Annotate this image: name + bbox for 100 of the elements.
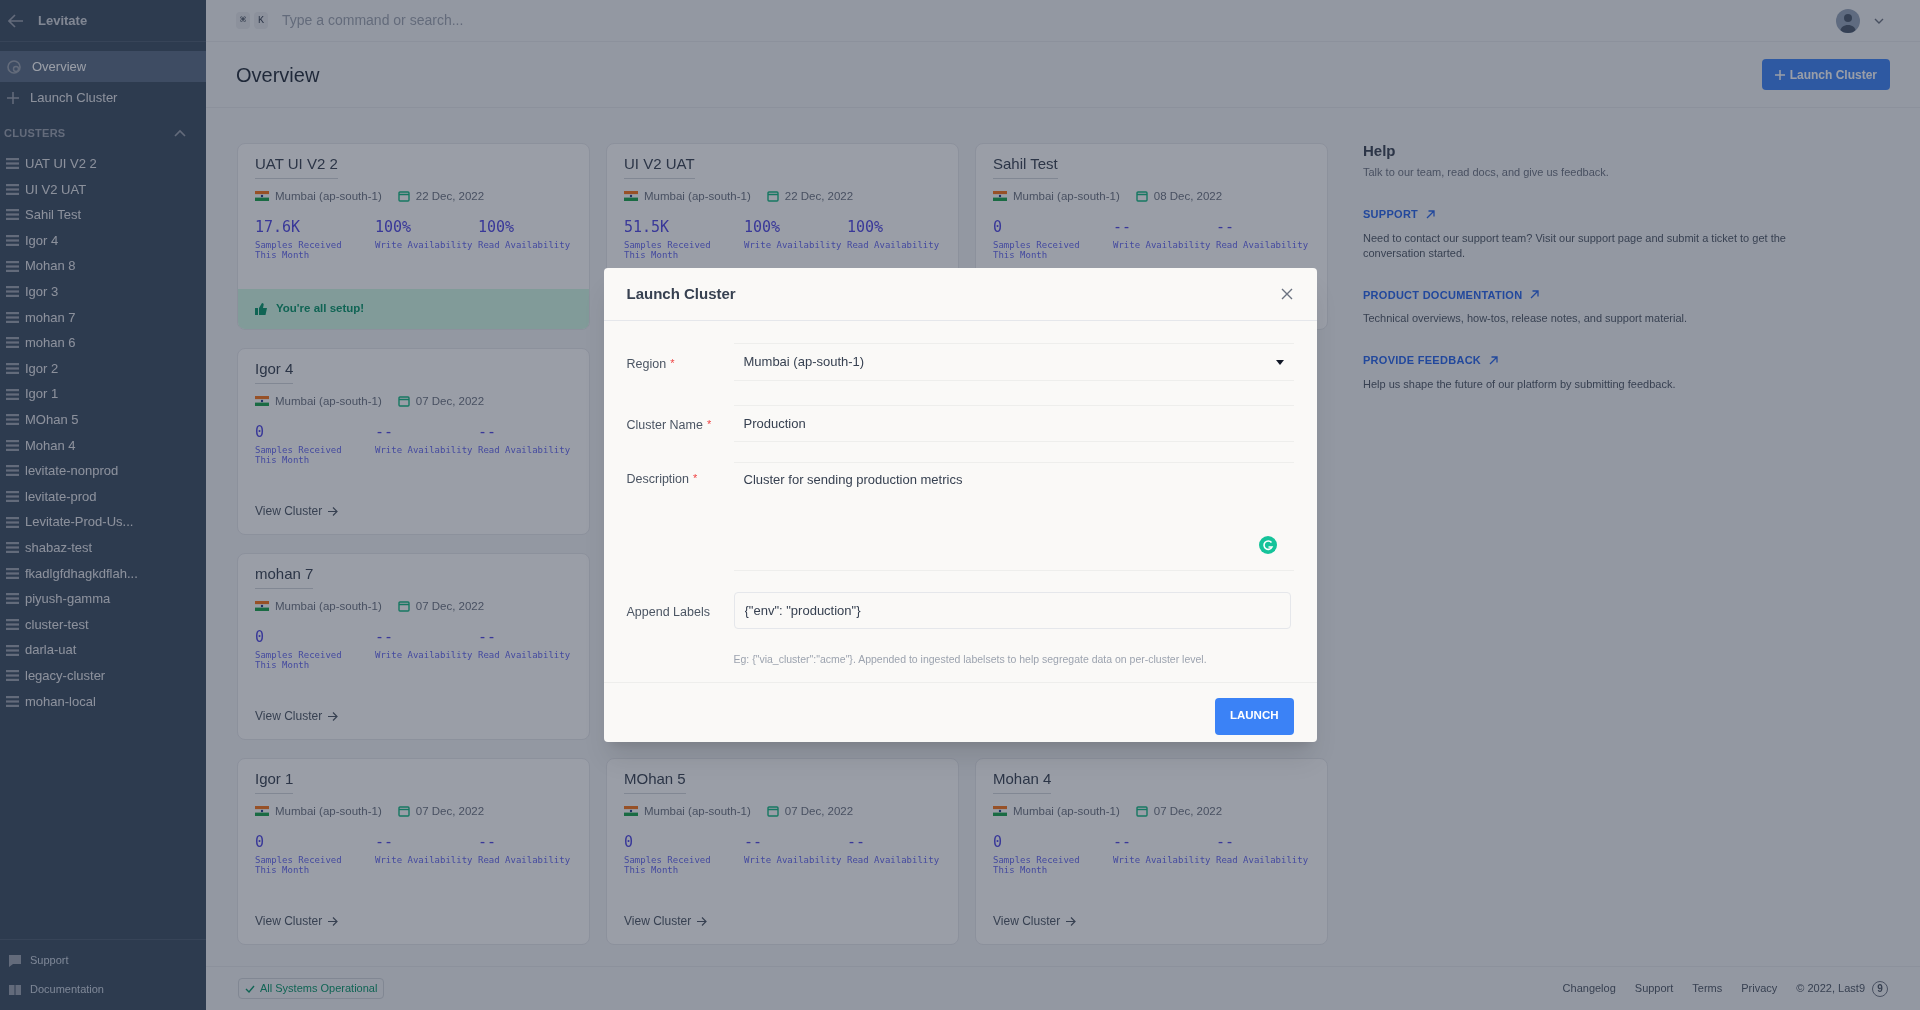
launch-button[interactable]: LAUNCH — [1214, 697, 1294, 735]
cluster-name[interactable]: Mohan 4 — [993, 768, 1052, 794]
gauge-icon — [6, 58, 22, 75]
stat-value: -- — [1113, 831, 1133, 853]
plus-icon — [6, 90, 20, 105]
cluster-item[interactable]: Mohan 8 — [0, 253, 206, 279]
flag-icon — [255, 396, 269, 407]
cluster-item[interactable]: shabaz-test — [0, 534, 206, 561]
flag-icon — [255, 806, 269, 817]
view-cluster-link[interactable]: View Cluster — [255, 912, 339, 930]
calendar-icon — [397, 395, 410, 408]
view-cluster-link[interactable]: View Cluster — [255, 707, 339, 725]
avatar[interactable] — [1836, 8, 1860, 33]
stat-label: Write Availability — [375, 855, 474, 866]
server-icon — [6, 567, 19, 579]
cluster-item[interactable]: levitate-prod — [0, 483, 206, 510]
description-field[interactable]: Cluster for sending production metrics — [733, 462, 1294, 571]
page-title: Overview — [236, 62, 320, 88]
region-select[interactable]: Mumbai (ap-south-1) — [733, 343, 1294, 381]
help-text: Help us shape the future of our platform by submitting feedback. — [1363, 376, 1677, 392]
field-label: Cluster Name * — [626, 415, 713, 435]
server-icon — [6, 183, 19, 195]
cluster-name[interactable]: Sahil Test — [993, 153, 1058, 179]
view-cluster-link[interactable]: View Cluster — [993, 912, 1077, 930]
cluster-name[interactable]: mohan 7 — [255, 563, 314, 589]
cluster-name-field[interactable]: Production — [733, 405, 1294, 442]
calendar-icon — [766, 805, 779, 818]
help-link[interactable]: PRODUCT DOCUMENTATION — [1363, 286, 1540, 303]
view-cluster-link[interactable]: View Cluster — [255, 502, 339, 520]
region-text: Mumbai (ap-south-1) — [275, 393, 382, 409]
nav-item[interactable]: Overview — [0, 51, 206, 82]
region-text: Mumbai (ap-south-1) — [1013, 803, 1120, 819]
cluster-item[interactable]: UI V2 UAT — [0, 176, 206, 203]
cluster-item[interactable]: Mohan 4 — [0, 432, 206, 459]
date-text: 22 Dec, 2022 — [415, 188, 485, 204]
date-text: 22 Dec, 2022 — [784, 188, 854, 204]
calendar-icon — [1135, 190, 1148, 203]
region-text: Mumbai (ap-south-1) — [644, 188, 751, 204]
view-cluster-link[interactable]: View Cluster — [624, 912, 708, 930]
flag-icon — [624, 191, 638, 202]
server-icon — [6, 388, 19, 400]
cluster-item[interactable]: Igor 4 — [0, 227, 206, 254]
chevron-up-icon[interactable] — [174, 129, 186, 137]
footer-link[interactable]: Terms — [1692, 980, 1723, 997]
caret-icon — [1275, 359, 1284, 365]
thumbs-up-icon — [255, 303, 268, 315]
cluster-item[interactable]: darla-uat — [0, 637, 206, 663]
help-link[interactable]: PROVIDE FEEDBACK — [1363, 352, 1499, 369]
labels-field[interactable]: {"env": "production"} — [733, 592, 1291, 629]
cluster-item[interactable]: legacy-cluster — [0, 662, 206, 689]
help-link[interactable]: SUPPORT — [1363, 206, 1436, 223]
footer-link[interactable]: Changelog — [1562, 980, 1616, 997]
flag-icon — [255, 191, 269, 202]
required-mark: * — [706, 417, 712, 432]
server-icon — [6, 491, 19, 502]
footer-link[interactable]: Privacy — [1741, 980, 1778, 997]
cluster-item[interactable]: mohan-local — [0, 688, 206, 715]
field-label: Description * — [626, 469, 699, 489]
footer-link[interactable]: Support — [1634, 980, 1674, 997]
region-text: Mumbai (ap-south-1) — [275, 803, 382, 819]
nav-item[interactable]: Launch Cluster — [0, 82, 206, 113]
cluster-item[interactable]: Igor 2 — [0, 355, 206, 382]
cluster-item[interactable]: Igor 1 — [0, 381, 206, 407]
server-icon — [6, 644, 19, 656]
stat-value: -- — [1216, 216, 1236, 238]
cluster-item[interactable]: fkadlgfdhagkdflah... — [0, 560, 206, 587]
cluster-item[interactable]: Igor 3 — [0, 278, 206, 305]
cluster-item[interactable]: cluster-test — [0, 611, 206, 638]
cluster-name[interactable]: MOhan 5 — [624, 768, 686, 794]
cluster-name[interactable]: Igor 4 — [255, 358, 294, 384]
copyright-text: © 2022, Last9 — [1796, 981, 1865, 997]
cluster-name[interactable]: UAT UI V2 2 — [255, 153, 338, 179]
external-arrow-icon — [1530, 290, 1540, 300]
launch-cluster-button[interactable]: Launch Cluster — [1761, 59, 1890, 90]
cluster-item[interactable]: MOhan 5 — [0, 406, 206, 433]
arrow-right-icon — [697, 916, 708, 926]
sidebar-link[interactable]: Documentation — [0, 975, 206, 1004]
cluster-item[interactable]: mohan 7 — [0, 304, 206, 331]
cluster-name[interactable]: UI V2 UAT — [624, 153, 695, 179]
flag-icon — [255, 601, 269, 612]
cluster-item[interactable]: levitate-nonprod — [0, 458, 206, 484]
cluster-item[interactable]: mohan 6 — [0, 330, 206, 356]
cluster-name[interactable]: Igor 1 — [255, 768, 294, 794]
server-icon — [6, 619, 19, 630]
help-title: Help — [1363, 141, 1397, 161]
close-button[interactable] — [1279, 287, 1294, 301]
sidebar-link[interactable]: Support — [0, 946, 206, 975]
cluster-item[interactable]: UAT UI V2 2 — [0, 151, 206, 177]
help-text: Technical overviews, how-tos, release notes, and support material. — [1363, 311, 1689, 326]
stat-label: Samples Received This Month — [255, 240, 343, 261]
stat-label: Read Availability — [847, 855, 941, 866]
cluster-item[interactable]: Levitate-Prod-Us... — [0, 509, 206, 535]
cluster-item[interactable]: piyush-gamma — [0, 586, 206, 612]
server-icon — [6, 670, 19, 682]
stat-label: Samples Received This Month — [255, 855, 343, 876]
cluster-item[interactable]: Sahil Test — [0, 202, 206, 228]
assistant-icon — [1258, 536, 1277, 554]
setup-message: You're all setup! — [276, 301, 365, 317]
flag-icon — [993, 806, 1007, 817]
date-text: 08 Dec, 2022 — [1153, 188, 1223, 204]
